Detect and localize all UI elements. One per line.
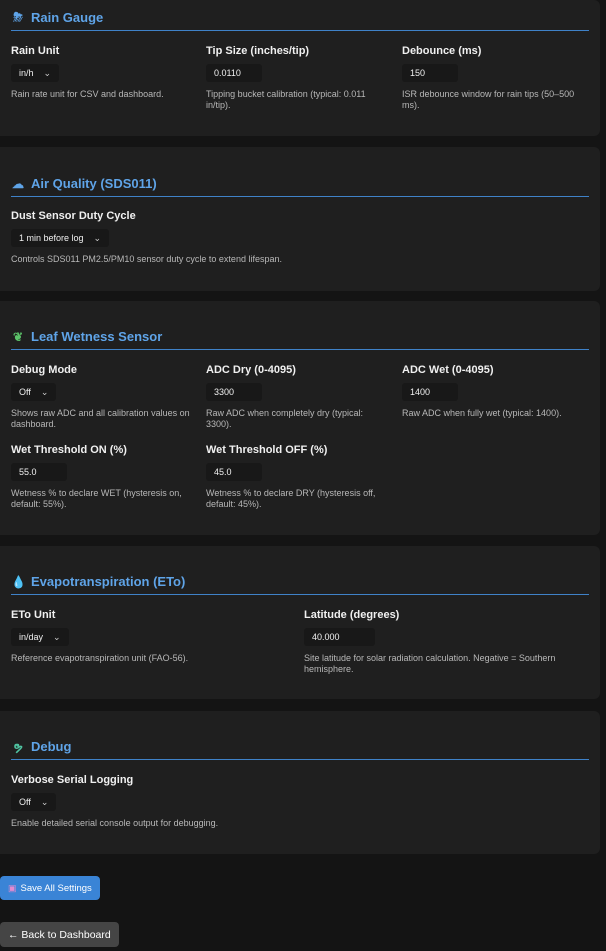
eto-unit-select[interactable]: in/day ⌄	[11, 628, 69, 646]
adc-dry-label: ADC Dry (0-4095)	[206, 364, 296, 376]
leaf-wetness-card: ❦ Leaf Wetness Sensor Debug Mode Off ⌄ Sh…	[0, 301, 600, 535]
debug-mode-select[interactable]: Off ⌄	[11, 383, 57, 401]
chevron-down-icon: ⌄	[40, 387, 49, 397]
verbose-logging-field: Verbose Serial Logging Off ⌄ Enable detai…	[11, 774, 411, 829]
chevron-down-icon: ⌄	[40, 797, 49, 807]
debounce-field: Debounce (ms) 150 ISR debounce window fo…	[402, 45, 590, 111]
tip-size-input[interactable]: 0.0110	[206, 64, 262, 82]
debounce-input[interactable]: 150	[402, 64, 458, 82]
eto-title: 💧 Evapotranspiration (ETo)	[11, 574, 589, 595]
eto-unit-label: ETo Unit	[11, 609, 56, 621]
duty-cycle-label: Dust Sensor Duty Cycle	[11, 210, 136, 222]
worm-icon: ຯ	[13, 739, 23, 754]
adc-dry-input[interactable]: 3300	[206, 383, 262, 401]
duty-cycle-field: Dust Sensor Duty Cycle 1 min before log ⌄…	[11, 210, 411, 265]
debug-card: ຯ Debug Verbose Serial Logging Off ⌄ Enab…	[0, 711, 600, 854]
rain-gauge-title: ⛈ Rain Gauge	[11, 10, 589, 31]
wet-off-hint: Wetness % to declare DRY (hysteresis off…	[206, 488, 376, 509]
verbose-logging-hint: Enable detailed serial console output fo…	[11, 818, 219, 828]
latitude-input[interactable]: 40.000	[304, 628, 375, 646]
eto-unit-hint: Reference evapotranspiration unit (FAO-5…	[11, 653, 189, 663]
rain-cloud-icon: ⛈	[13, 10, 23, 24]
tip-size-label: Tip Size (inches/tip)	[206, 45, 310, 57]
leaf-wetness-title: ❦ Leaf Wetness Sensor	[11, 329, 589, 350]
save-all-settings-button[interactable]: ▣ Save All Settings	[0, 876, 100, 900]
verbose-logging-select[interactable]: Off ⌄	[11, 793, 57, 811]
adc-wet-field: ADC Wet (0-4095) 1400 Raw ADC when fully…	[402, 364, 590, 419]
debug-mode-label: Debug Mode	[11, 364, 77, 376]
rain-unit-select[interactable]: in/h ⌄	[11, 64, 60, 82]
verbose-logging-label: Verbose Serial Logging	[11, 774, 134, 786]
wind-icon: ☁	[12, 176, 24, 191]
debounce-hint: ISR debounce window for rain tips (50–50…	[402, 89, 575, 110]
adc-dry-field: ADC Dry (0-4095) 3300 Raw ADC when compl…	[206, 364, 386, 430]
chevron-down-icon: ⌄	[43, 68, 52, 78]
tip-size-hint: Tipping bucket calibration (typical: 0.0…	[206, 89, 366, 110]
tip-size-field: Tip Size (inches/tip) 0.0110 Tipping buc…	[206, 45, 386, 111]
duty-cycle-hint: Controls SDS011 PM2.5/PM10 sensor duty c…	[11, 254, 282, 264]
debounce-label: Debounce (ms)	[402, 45, 482, 57]
chevron-down-icon: ⌄	[53, 632, 61, 642]
rain-unit-field: Rain Unit in/h ⌄ Rain rate unit for CSV a…	[11, 45, 196, 100]
eto-card: 💧 Evapotranspiration (ETo) ETo Unit in/d…	[0, 546, 600, 699]
floppy-disk-icon: ▣	[8, 882, 17, 893]
wet-on-hint: Wetness % to declare WET (hysteresis on,…	[11, 488, 182, 509]
droplet-icon: 💧	[11, 574, 26, 589]
rain-unit-hint: Rain rate unit for CSV and dashboard.	[11, 89, 164, 99]
wet-on-field: Wet Threshold ON (%) 55.0 Wetness % to d…	[11, 444, 201, 510]
duty-cycle-select[interactable]: 1 min before log ⌄	[11, 229, 110, 247]
adc-wet-input[interactable]: 1400	[402, 383, 458, 401]
adc-dry-hint: Raw ADC when completely dry (typical: 33…	[206, 408, 364, 429]
wet-on-input[interactable]: 55.0	[11, 463, 67, 481]
air-quality-title: ☁ Air Quality (SDS011)	[11, 176, 589, 197]
adc-wet-label: ADC Wet (0-4095)	[402, 364, 494, 376]
eto-unit-field: ETo Unit in/day ⌄ Reference evapotranspir…	[11, 609, 291, 664]
wet-on-label: Wet Threshold ON (%)	[11, 444, 127, 456]
adc-wet-hint: Raw ADC when fully wet (typical: 1400).	[402, 408, 562, 418]
back-to-dashboard-button[interactable]: ← Back to Dashboard	[0, 922, 119, 947]
debug-mode-hint: Shows raw ADC and all calibration values…	[11, 408, 190, 429]
leaf-icon: ❦	[12, 329, 24, 344]
wet-off-label: Wet Threshold OFF (%)	[206, 444, 328, 456]
latitude-label: Latitude (degrees)	[304, 609, 400, 621]
rain-gauge-card: ⛈ Rain Gauge Rain Unit in/h ⌄ Rain rate u…	[0, 0, 600, 136]
rain-unit-label: Rain Unit	[11, 45, 60, 57]
wet-off-input[interactable]: 45.0	[206, 463, 262, 481]
latitude-field: Latitude (degrees) 40.000 Site latitude …	[304, 609, 590, 675]
wet-off-field: Wet Threshold OFF (%) 45.0 Wetness % to …	[206, 444, 396, 510]
chevron-down-icon: ⌄	[93, 233, 102, 243]
debug-title: ຯ Debug	[11, 739, 589, 760]
debug-mode-field: Debug Mode Off ⌄ Shows raw ADC and all ca…	[11, 364, 196, 430]
latitude-hint: Site latitude for solar radiation calcul…	[304, 653, 556, 674]
air-quality-card: ☁ Air Quality (SDS011) Dust Sensor Duty …	[0, 147, 600, 291]
